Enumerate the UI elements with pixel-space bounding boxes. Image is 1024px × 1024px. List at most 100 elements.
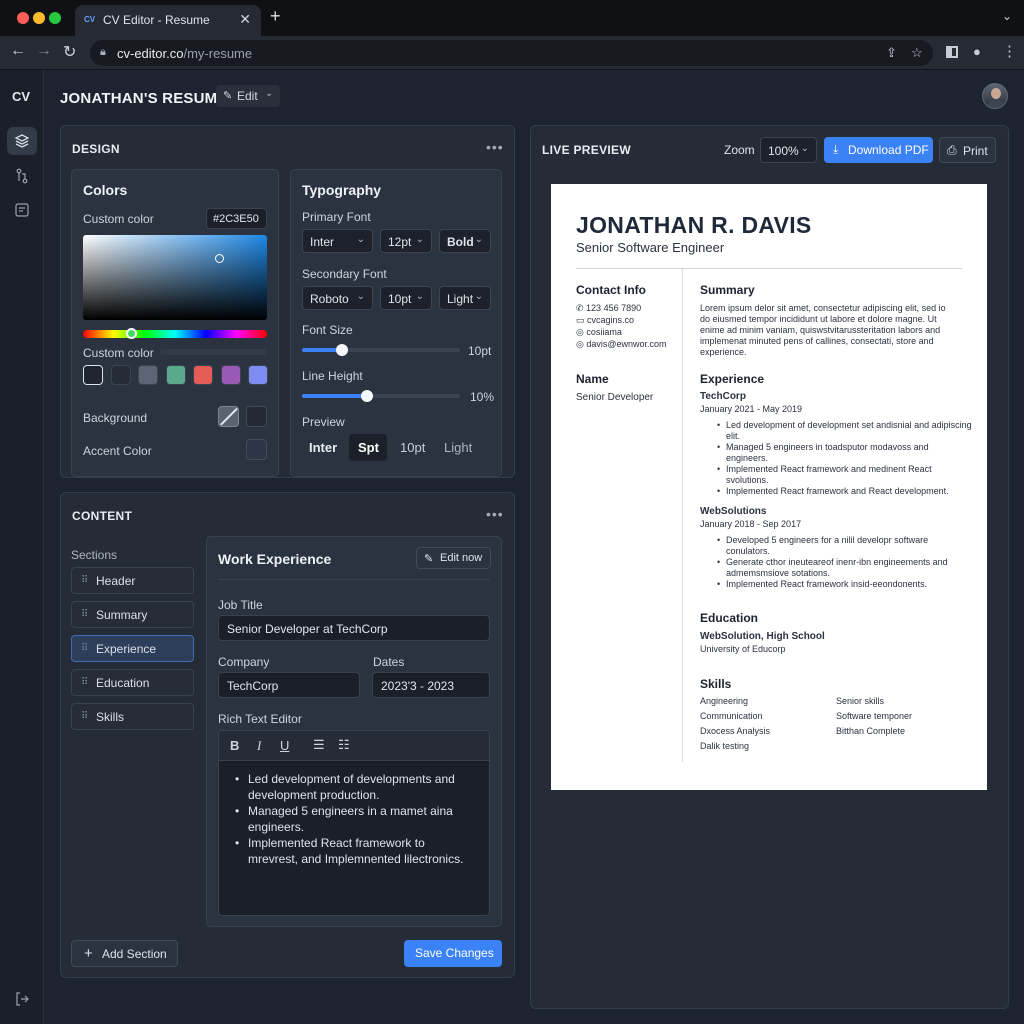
tab-menu-chevron-icon[interactable]: ⌄: [1002, 9, 1012, 23]
reload-icon[interactable]: ↻: [63, 42, 76, 62]
skill-item: Communication: [700, 711, 763, 721]
print-button[interactable]: ⎙ Print: [939, 137, 996, 163]
primary-font-select[interactable]: Inter ⌄: [302, 229, 373, 253]
preview-label: Preview: [302, 415, 345, 429]
color-swatch[interactable]: [220, 365, 241, 385]
secondary-font-select[interactable]: Roboto ⌄: [302, 286, 373, 310]
chevron-down-icon: ⌄: [800, 143, 809, 154]
company-label: Company: [218, 655, 270, 669]
browser-menu-icon[interactable]: ⋮: [1002, 42, 1017, 60]
close-tab-icon[interactable]: ✕: [239, 11, 251, 28]
lock-icon: 🔒︎: [100, 46, 106, 58]
address-bar[interactable]: 🔒︎ cv-editor.co/my-resume ⇪ ☆: [90, 40, 933, 66]
job-title-input[interactable]: Senior Developer at TechCorp: [218, 615, 490, 641]
skill-item: Bitthan Complete: [836, 726, 906, 736]
back-icon[interactable]: ←: [10, 42, 26, 60]
skill-item: Dalik testing: [700, 741, 750, 751]
contact-phone: ✆ 123 456 7890: [576, 303, 642, 313]
zoom-label: Zoom: [724, 143, 755, 157]
font-size-slider[interactable]: [302, 344, 460, 356]
numbered-list-icon[interactable]: ☷: [338, 737, 350, 753]
background-swatch-none[interactable]: [218, 406, 239, 427]
resume-divider: [576, 268, 962, 269]
color-swatch[interactable]: [138, 365, 158, 385]
rich-text-label: Rich Text Editor: [218, 712, 302, 726]
company-input[interactable]: TechCorp: [218, 672, 360, 698]
job-company: TechCorp: [700, 391, 746, 402]
color-swatch[interactable]: [83, 365, 103, 385]
color-swatch[interactable]: [248, 365, 268, 385]
font-preview-row: Inter Spt 10pt Light: [302, 434, 498, 461]
hue-slider-handle[interactable]: [126, 328, 137, 339]
maximize-window-button[interactable]: [49, 12, 61, 24]
forward-icon[interactable]: →: [36, 42, 52, 60]
hex-color-input[interactable]: #2C3E50: [206, 208, 267, 229]
sidebar-toggle-icon[interactable]: [946, 46, 958, 58]
color-swatch[interactable]: [193, 365, 213, 385]
drag-handle-icon[interactable]: ⠿: [81, 609, 88, 620]
section-item-summary[interactable]: ⠿ Summary: [71, 601, 194, 628]
profile-icon[interactable]: ●: [973, 44, 981, 59]
logout-icon[interactable]: [7, 985, 37, 1013]
edit-label: Edit: [237, 89, 258, 103]
primary-font-label: Primary Font: [302, 210, 371, 224]
color-swatch[interactable]: [110, 365, 131, 385]
school-name: WebSolution, High School: [700, 631, 825, 642]
colors-title: Colors: [83, 182, 128, 198]
color-picker-handle[interactable]: [215, 254, 224, 263]
live-preview-title: LIVE PREVIEW: [542, 143, 631, 157]
dates-input[interactable]: 2023'3 - 2023: [372, 672, 490, 698]
opacity-slider[interactable]: [160, 349, 267, 355]
line-height-slider-handle[interactable]: [360, 390, 373, 402]
line-height-value: 10%: [470, 390, 495, 404]
drag-handle-icon[interactable]: ⠿: [81, 643, 88, 654]
job-bullets: Developed 5 engineers for a nilil develo…: [714, 535, 972, 590]
design-more-icon[interactable]: •••: [486, 139, 504, 155]
color-swatch[interactable]: [165, 365, 186, 385]
primary-weight-select[interactable]: Bold ⌄: [439, 229, 491, 253]
font-size-slider-handle[interactable]: [335, 344, 348, 356]
new-tab-icon[interactable]: +: [270, 6, 281, 27]
close-window-button[interactable]: [17, 12, 29, 24]
primary-size-select[interactable]: 12pt ⌄: [380, 229, 432, 253]
minimize-window-button[interactable]: [33, 12, 45, 24]
background-swatch-dark[interactable]: [246, 406, 267, 427]
save-changes-button[interactable]: Save Changes: [404, 940, 502, 967]
color-gradient-picker[interactable]: [83, 235, 267, 320]
secondary-size-select[interactable]: 10pt ⌄: [380, 286, 432, 310]
bullet-list-icon[interactable]: ☰: [313, 737, 325, 753]
preview-spt-chip[interactable]: Spt: [349, 434, 387, 461]
content-more-icon[interactable]: •••: [486, 506, 504, 522]
line-height-slider[interactable]: [302, 390, 460, 402]
chevron-down-icon: ⌄: [474, 291, 483, 302]
browser-tab-bar: CV CV Editor - Resume ✕ + ⌄: [0, 0, 1024, 36]
bold-icon[interactable]: B: [230, 738, 239, 753]
drag-handle-icon[interactable]: ⠿: [81, 575, 88, 586]
zoom-select[interactable]: 100% ⌄: [760, 137, 817, 163]
avatar[interactable]: [982, 83, 1008, 109]
underline-icon[interactable]: U: [280, 738, 289, 753]
add-section-button[interactable]: + Add Section: [71, 940, 178, 967]
section-item-experience[interactable]: ⠿ Experience: [71, 635, 194, 662]
download-pdf-button[interactable]: ⤓ Download PDF: [824, 137, 933, 163]
drag-handle-icon[interactable]: ⠿: [81, 677, 88, 688]
edit-title-button[interactable]: ✎ Edit ⌄: [216, 85, 280, 107]
hue-slider[interactable]: [83, 328, 267, 339]
browser-tab[interactable]: CV CV Editor - Resume ✕: [75, 5, 261, 36]
bookmark-star-icon[interactable]: ☆: [911, 45, 923, 61]
section-item-skills[interactable]: ⠿ Skills: [71, 703, 194, 730]
git-branch-icon[interactable]: [7, 162, 37, 190]
share-icon[interactable]: ⇪: [886, 45, 897, 61]
secondary-weight-select[interactable]: Light ⌄: [439, 286, 491, 310]
section-item-header[interactable]: ⠿ Header: [71, 567, 194, 594]
drag-handle-icon[interactable]: ⠿: [81, 711, 88, 722]
section-item-education[interactable]: ⠿ Education: [71, 669, 194, 696]
layers-icon[interactable]: [7, 127, 37, 155]
chevron-down-icon: ⌄: [415, 234, 424, 245]
job-dates: January 2018 - Sep 2017: [700, 519, 802, 529]
edit-now-button[interactable]: ✎ Edit now: [416, 547, 491, 569]
template-icon[interactable]: [7, 196, 37, 224]
accent-color-swatch[interactable]: [246, 439, 267, 460]
rich-text-editor[interactable]: B I U ☰ ☷ Led development of development…: [218, 730, 490, 916]
italic-icon[interactable]: I: [257, 738, 261, 754]
